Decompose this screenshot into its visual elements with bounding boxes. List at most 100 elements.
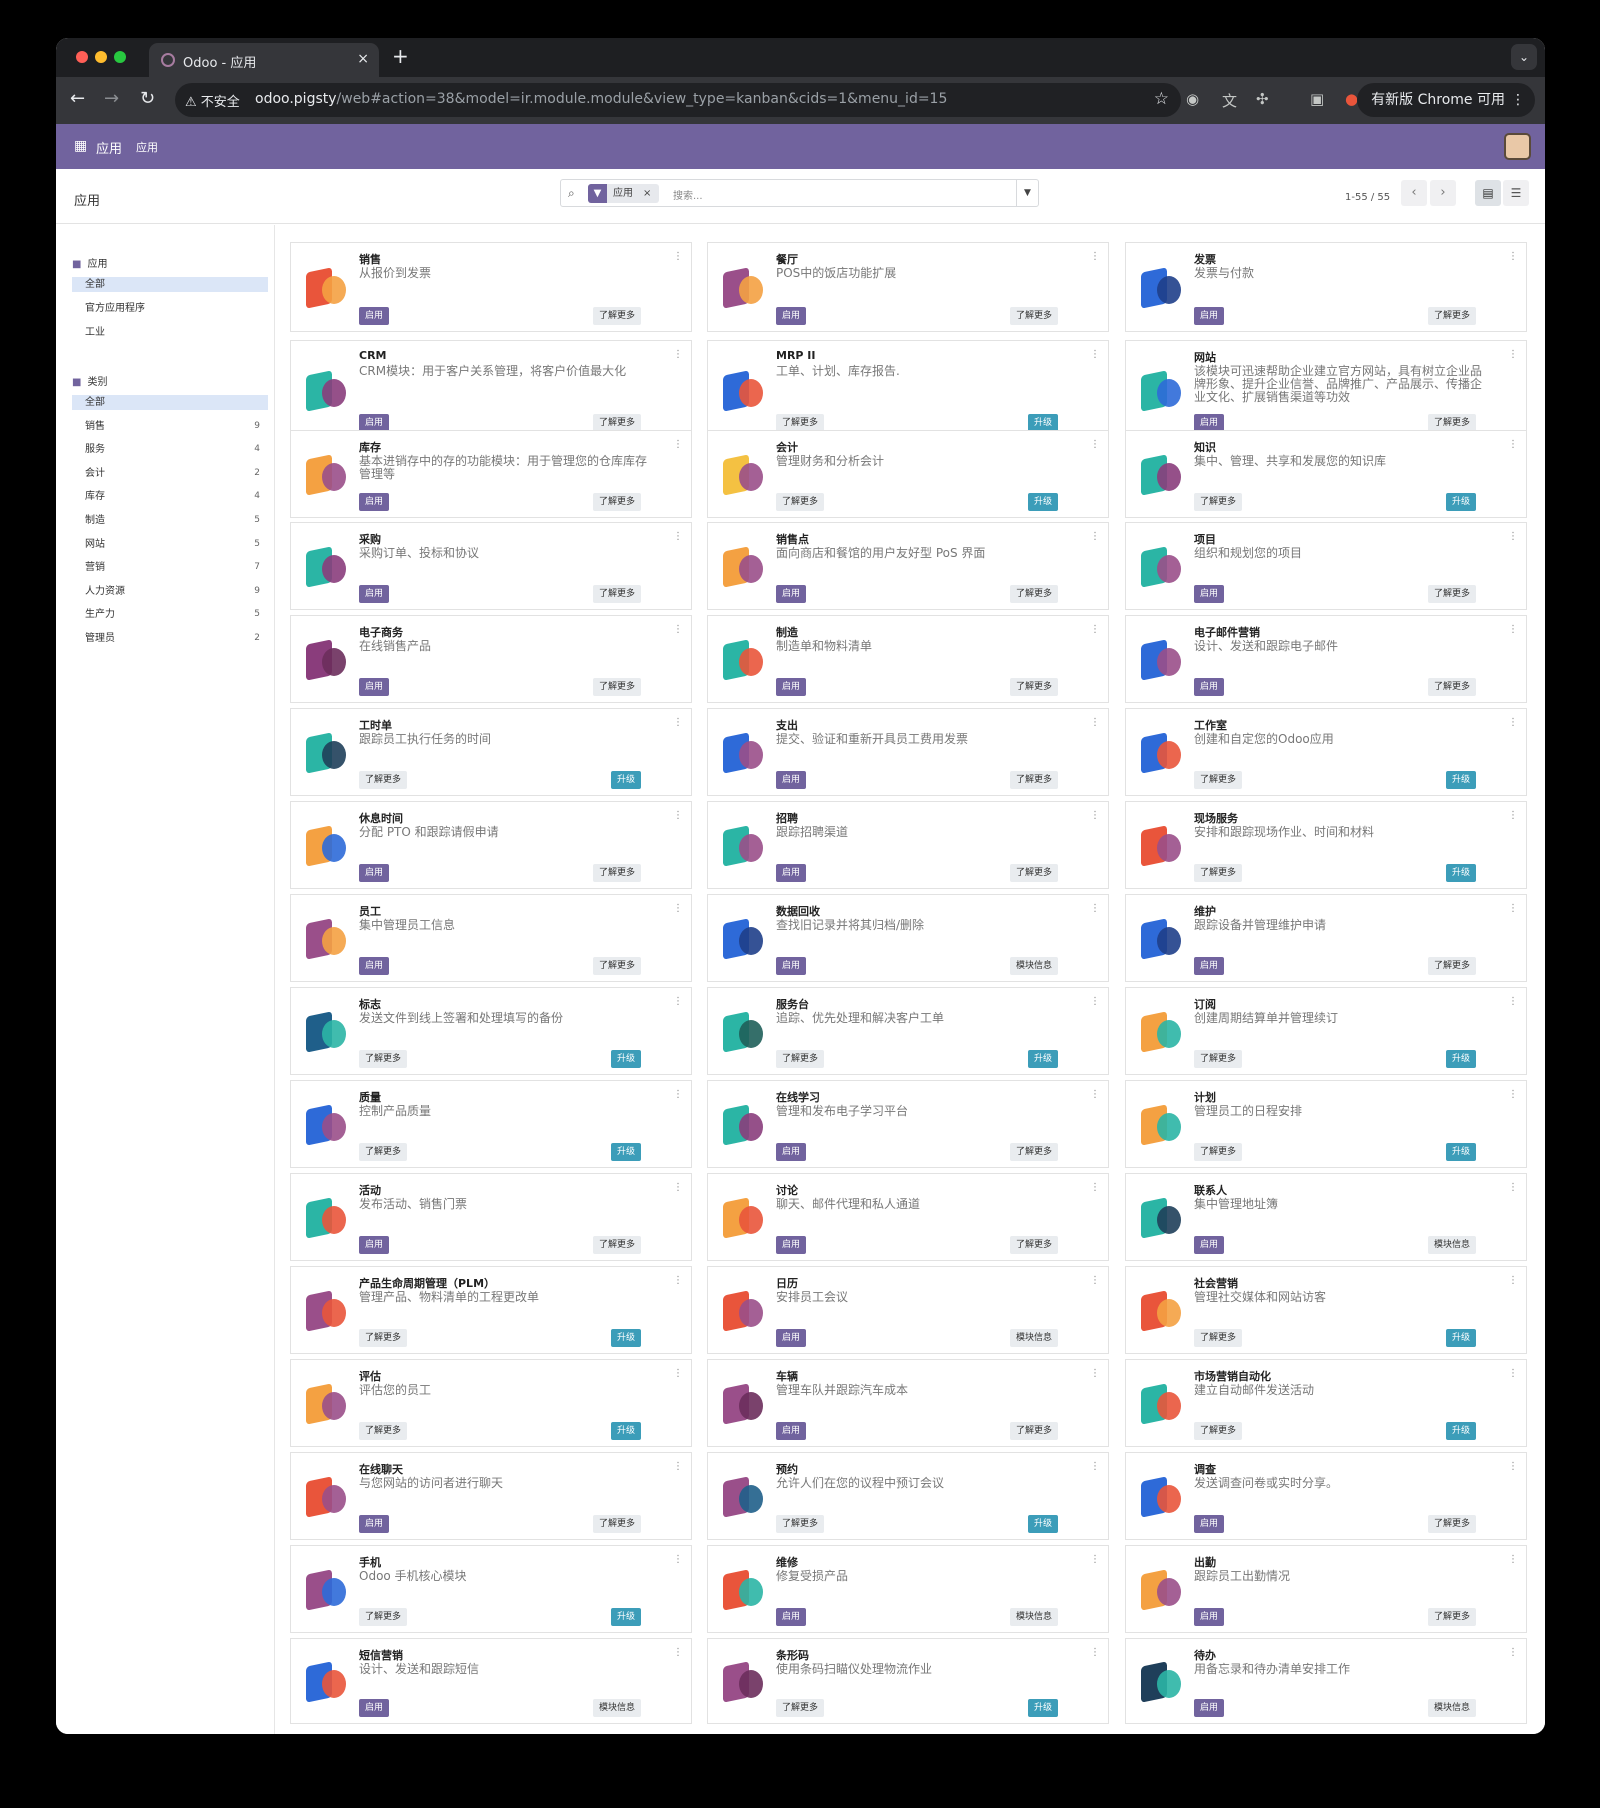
app-card[interactable]: 电子商务 在线销售产品 ⋮ 启用 了解更多 [290, 615, 692, 703]
learn-button[interactable]: 了解更多 [1010, 585, 1059, 603]
app-grid-icon[interactable]: ▦ [74, 138, 87, 154]
app-card[interactable]: 活动 发布活动、销售门票 ⋮ 启用 了解更多 [290, 1173, 692, 1261]
card-menu-icon[interactable]: ⋮ [1090, 903, 1100, 914]
upgrade-button[interactable]: 升级 [611, 1329, 642, 1347]
card-menu-icon[interactable]: ⋮ [1090, 1554, 1100, 1565]
app-card[interactable]: 在线学习 管理和发布电子学习平台 ⋮ 启用 了解更多 [707, 1080, 1109, 1168]
app-card[interactable]: 市场营销自动化 建立自动邮件发送活动 ⋮ 了解更多 升级 [1125, 1359, 1527, 1447]
upgrade-button[interactable]: 升级 [1446, 1422, 1477, 1440]
upgrade-button[interactable]: 升级 [611, 1050, 642, 1068]
activate-button[interactable]: 启用 [359, 864, 390, 882]
info-button[interactable]: 模块信息 [1010, 1608, 1059, 1626]
learn-button[interactable]: 了解更多 [1428, 1515, 1477, 1533]
card-menu-icon[interactable]: ⋮ [1508, 1461, 1518, 1472]
app-card[interactable]: 讨论 聊天、邮件代理和私人通道 ⋮ 启用 了解更多 [707, 1173, 1109, 1261]
card-menu-icon[interactable]: ⋮ [1508, 531, 1518, 542]
app-card[interactable]: 工时单 跟踪员工执行任务的时间 ⋮ 了解更多 升级 [290, 708, 692, 796]
upgrade-button[interactable]: 升级 [1446, 1329, 1477, 1347]
info-button[interactable]: 模块信息 [1010, 957, 1059, 975]
learn-button[interactable]: 了解更多 [593, 585, 642, 603]
learn-button[interactable]: 了解更多 [776, 1515, 825, 1533]
app-card[interactable]: 项目 组织和规划您的项目 ⋮ 启用 了解更多 [1125, 522, 1527, 610]
card-menu-icon[interactable]: ⋮ [673, 1647, 683, 1658]
card-menu-icon[interactable]: ⋮ [1090, 996, 1100, 1007]
user-avatar[interactable] [1504, 133, 1531, 160]
learn-button[interactable]: 了解更多 [1010, 678, 1059, 696]
activate-button[interactable]: 启用 [359, 957, 390, 975]
profile-icon[interactable]: ● [1345, 90, 1358, 108]
activate-button[interactable]: 启用 [776, 585, 807, 603]
app-card[interactable]: 现场服务 安排和跟踪现场作业、时间和材料 ⋮ 了解更多 升级 [1125, 801, 1527, 889]
sidebar-item-category[interactable]: 人力资源 9 [72, 584, 268, 599]
card-menu-icon[interactable]: ⋮ [1508, 1089, 1518, 1100]
card-menu-icon[interactable]: ⋮ [1090, 1275, 1100, 1286]
learn-button[interactable]: 了解更多 [593, 957, 642, 975]
app-card[interactable]: 维护 跟踪设备并管理维护申请 ⋮ 启用 了解更多 [1125, 894, 1527, 982]
app-card[interactable]: 网站 该模块可迅速帮助企业建立官方网站，具有树立企业品牌形象、提升企业信誉、品牌… [1125, 340, 1527, 439]
kanban-view-button[interactable]: ▤ [1475, 180, 1501, 206]
reload-icon[interactable]: ↻ [140, 88, 155, 109]
pager-previous-button[interactable]: ‹ [1401, 180, 1427, 206]
tab-close-button[interactable]: × [357, 51, 369, 67]
learn-button[interactable]: 了解更多 [359, 1050, 408, 1068]
info-button[interactable]: 模块信息 [1428, 1236, 1477, 1254]
card-menu-icon[interactable]: ⋮ [673, 1275, 683, 1286]
app-card[interactable]: 采购 采购订单、投标和协议 ⋮ 启用 了解更多 [290, 522, 692, 610]
app-card[interactable]: 调查 发送调查问卷或实时分享。 ⋮ 启用 了解更多 [1125, 1452, 1527, 1540]
app-card[interactable]: 餐厅 POS中的饭店功能扩展 ⋮ 启用 了解更多 [707, 242, 1109, 332]
card-menu-icon[interactable]: ⋮ [673, 1089, 683, 1100]
card-menu-icon[interactable]: ⋮ [1508, 624, 1518, 635]
upgrade-button[interactable]: 升级 [611, 1608, 642, 1626]
app-card[interactable]: CRM CRM模块：用于客户关系管理，将客户价值最大化 ⋮ 启用 了解更多 [290, 340, 692, 439]
card-menu-icon[interactable]: ⋮ [673, 810, 683, 821]
card-menu-icon[interactable]: ⋮ [1508, 1368, 1518, 1379]
app-card[interactable]: 预约 允许人们在您的议程中预订会议 ⋮ 了解更多 升级 [707, 1452, 1109, 1540]
activate-button[interactable]: 启用 [776, 771, 807, 789]
app-card[interactable]: 会计 管理财务和分析会计 ⋮ 了解更多 升级 [707, 430, 1109, 518]
activate-button[interactable]: 启用 [1194, 1699, 1225, 1717]
minimize-window-button[interactable] [95, 51, 107, 63]
learn-button[interactable]: 了解更多 [1428, 678, 1477, 696]
search-options-caret-icon[interactable]: ▼ [1016, 180, 1038, 206]
card-menu-icon[interactable]: ⋮ [1508, 1275, 1518, 1286]
app-card[interactable]: 发票 发票与付款 ⋮ 启用 了解更多 [1125, 242, 1527, 332]
url-text[interactable]: odoo.pigsty/web#action=38&model=ir.modul… [255, 91, 947, 107]
app-card[interactable]: 计划 管理员工的日程安排 ⋮ 了解更多 升级 [1125, 1080, 1527, 1168]
bookmark-star-icon[interactable]: ☆ [1154, 89, 1169, 109]
upgrade-button[interactable]: 升级 [611, 1422, 642, 1440]
sidebar-item-category[interactable]: 管理员 2 [72, 631, 268, 646]
sidebar-item-category[interactable]: 会计 2 [72, 466, 268, 481]
sidebar-item-category[interactable]: 服务 4 [72, 442, 268, 457]
activate-button[interactable]: 启用 [1194, 307, 1225, 325]
learn-button[interactable]: 了解更多 [1010, 1422, 1059, 1440]
info-button[interactable]: 模块信息 [593, 1699, 642, 1717]
upgrade-button[interactable]: 升级 [1028, 1050, 1059, 1068]
sidebar-item-app-filter[interactable]: 工业 [72, 325, 268, 340]
learn-button[interactable]: 了解更多 [359, 1143, 408, 1161]
learn-button[interactable]: 了解更多 [1194, 1422, 1243, 1440]
card-menu-icon[interactable]: ⋮ [1508, 251, 1518, 262]
learn-button[interactable]: 了解更多 [593, 864, 642, 882]
learn-button[interactable]: 了解更多 [359, 771, 408, 789]
card-menu-icon[interactable]: ⋮ [1090, 531, 1100, 542]
upgrade-button[interactable]: 升级 [1028, 1515, 1059, 1533]
learn-button[interactable]: 了解更多 [1010, 307, 1059, 325]
learn-button[interactable]: 了解更多 [776, 493, 825, 511]
sidebar-item-category[interactable]: 库存 4 [72, 489, 268, 504]
card-menu-icon[interactable]: ⋮ [1508, 1182, 1518, 1193]
card-menu-icon[interactable]: ⋮ [1090, 717, 1100, 728]
app-card[interactable]: 订阅 创建周期结算单并管理续订 ⋮ 了解更多 升级 [1125, 987, 1527, 1075]
learn-button[interactable]: 了解更多 [776, 1050, 825, 1068]
card-menu-icon[interactable]: ⋮ [1508, 903, 1518, 914]
card-menu-icon[interactable]: ⋮ [673, 624, 683, 635]
sidebar-item-app-filter[interactable]: 全部 [72, 277, 268, 292]
card-menu-icon[interactable]: ⋮ [1090, 349, 1100, 360]
activate-button[interactable]: 启用 [1194, 585, 1225, 603]
activate-button[interactable]: 启用 [1194, 1236, 1225, 1254]
learn-button[interactable]: 了解更多 [359, 1329, 408, 1347]
card-menu-icon[interactable]: ⋮ [673, 251, 683, 262]
learn-button[interactable]: 了解更多 [1010, 771, 1059, 789]
navbar-menu-apps[interactable]: 应用 [136, 139, 158, 155]
app-card[interactable]: 销售点 面向商店和餐馆的用户友好型 PoS 界面 ⋮ 启用 了解更多 [707, 522, 1109, 610]
learn-button[interactable]: 了解更多 [1428, 957, 1477, 975]
